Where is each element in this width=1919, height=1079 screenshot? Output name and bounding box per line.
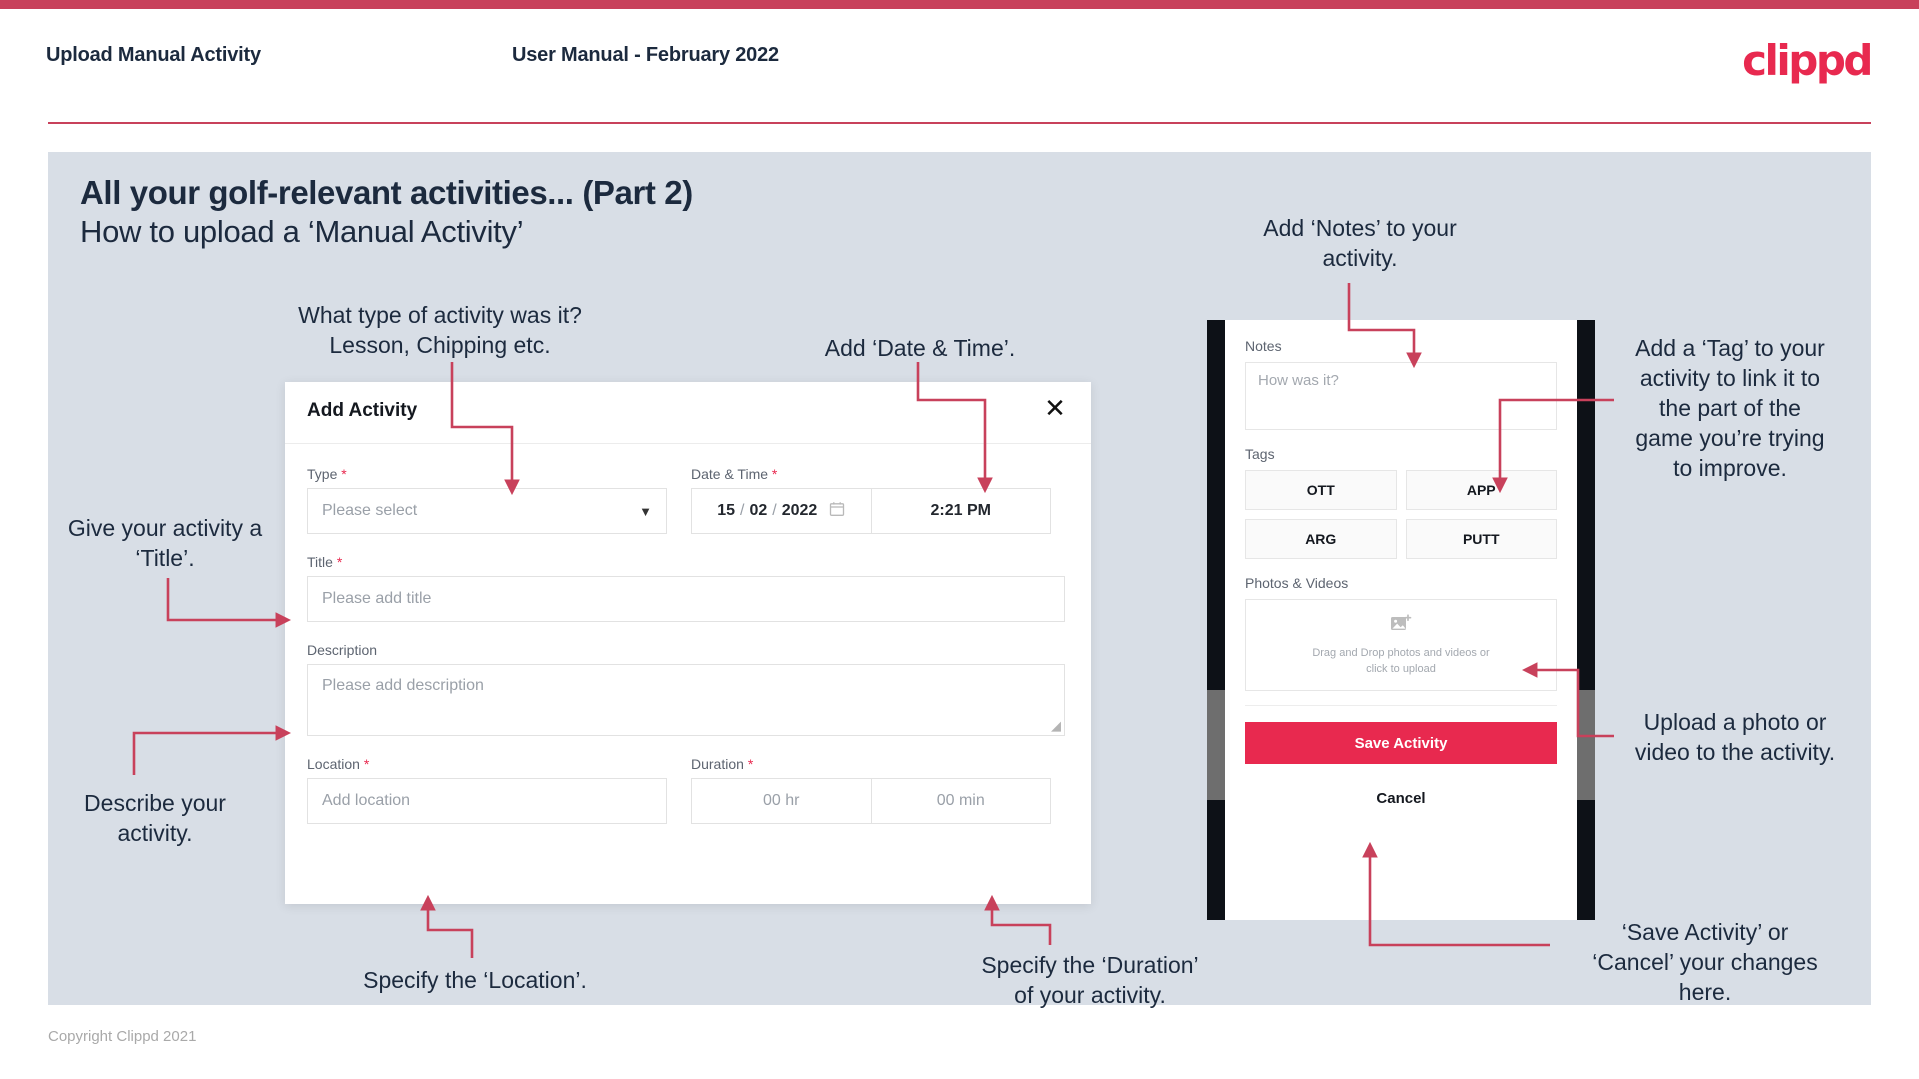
tag-app[interactable]: APP bbox=[1405, 470, 1557, 510]
phone-photos-label: Photos & Videos bbox=[1245, 575, 1349, 591]
phone-bezel-accent-left bbox=[1207, 690, 1225, 800]
dialog-title: Add Activity bbox=[307, 400, 418, 421]
phone-screen: Notes How was it? Tags OTT APP ARG PUTT … bbox=[1225, 320, 1577, 920]
date-sep-2: / bbox=[772, 502, 777, 519]
duration-hours-input[interactable]: 00 hr bbox=[692, 779, 872, 823]
photo-upload-hint-line2: click to upload bbox=[1366, 662, 1436, 675]
phone-bezel-left bbox=[1207, 320, 1225, 920]
tag-arg[interactable]: ARG bbox=[1245, 519, 1397, 559]
phone-notes-label: Notes bbox=[1245, 338, 1282, 354]
slide-root: Upload Manual Activity User Manual - Feb… bbox=[0, 0, 1919, 1079]
field-location: Location * Add location bbox=[307, 756, 667, 824]
description-placeholder: Please add description bbox=[322, 677, 484, 694]
location-placeholder: Add location bbox=[322, 792, 411, 809]
phone-mockup: Notes How was it? Tags OTT APP ARG PUTT … bbox=[1207, 320, 1595, 920]
annotation-title: Give your activity a ‘Title’. bbox=[67, 515, 263, 571]
close-icon[interactable]: ✕ bbox=[1041, 394, 1069, 422]
dialog-body: Type * Please select ▼ Date & Time * 15 … bbox=[285, 444, 1091, 824]
clippd-logo: clippd bbox=[1742, 36, 1873, 85]
field-description: Description Please add description ◢ bbox=[307, 642, 1069, 736]
datetime-group: 15 / 02 / 2022 2:21 PM bbox=[691, 488, 1051, 534]
annotation-duration: Specify the ‘Duration’ of your activity. bbox=[981, 952, 1199, 1008]
phone-notes-placeholder: How was it? bbox=[1258, 372, 1339, 389]
cancel-button[interactable]: Cancel bbox=[1245, 790, 1557, 807]
duration-group: 00 hr 00 min bbox=[691, 778, 1051, 824]
date-day: 15 bbox=[717, 502, 735, 519]
annotation-photos: Upload a photo or video to the activity. bbox=[1634, 709, 1836, 765]
duration-minutes-input[interactable]: 00 min bbox=[872, 779, 1051, 823]
annotation-description: Describe your activity. bbox=[84, 790, 226, 846]
date-sep-1: / bbox=[740, 502, 745, 519]
tag-ott[interactable]: OTT bbox=[1245, 470, 1397, 510]
slide-heading: All your golf-relevant activities... (Pa… bbox=[80, 174, 693, 211]
save-activity-button[interactable]: Save Activity bbox=[1245, 722, 1557, 764]
time-input[interactable]: 2:21 PM bbox=[872, 489, 1051, 533]
field-title: Title * Please add title bbox=[307, 554, 1069, 622]
location-input[interactable]: Add location bbox=[307, 778, 667, 824]
annotation-datetime: Add ‘Date & Time’. bbox=[824, 335, 1016, 361]
type-label: Type * bbox=[307, 466, 347, 482]
dialog-header: Add Activity ✕ bbox=[285, 382, 1091, 444]
location-label: Location * bbox=[307, 756, 370, 772]
annotation-notes: Add ‘Notes’ to your activity. bbox=[1263, 215, 1457, 271]
field-duration: Duration * 00 hr 00 min bbox=[691, 756, 1051, 824]
type-select-value: Please select bbox=[322, 502, 418, 519]
field-type: Type * Please select ▼ bbox=[307, 466, 667, 534]
phone-tags-grid: OTT APP ARG PUTT bbox=[1245, 470, 1557, 559]
annotation-location: Specify the ‘Location’. bbox=[363, 967, 587, 993]
row-location-duration: Location * Add location Duration * 00 hr… bbox=[307, 756, 1069, 824]
title-input[interactable]: Please add title bbox=[307, 576, 1065, 622]
required-marker: * bbox=[363, 756, 370, 772]
footer-copyright: Copyright Clippd 2021 bbox=[48, 1028, 197, 1045]
duration-label: Duration * bbox=[691, 756, 754, 772]
photo-upload-dropzone[interactable]: Drag and Drop photos and videos or click… bbox=[1245, 599, 1557, 691]
top-accent-stripe bbox=[0, 0, 1919, 9]
date-month: 02 bbox=[749, 502, 768, 519]
phone-bezel-accent-right bbox=[1577, 690, 1595, 800]
required-marker: * bbox=[336, 554, 343, 570]
description-textarea[interactable]: Please add description ◢ bbox=[307, 664, 1065, 736]
chevron-down-icon: ▼ bbox=[639, 503, 652, 519]
row-type-datetime: Type * Please select ▼ Date & Time * 15 … bbox=[307, 466, 1069, 534]
annotation-type: What type of activity was it? Lesson, Chi… bbox=[298, 302, 582, 358]
add-image-icon bbox=[1390, 613, 1412, 639]
date-year: 2022 bbox=[781, 502, 818, 519]
add-activity-dialog: Add Activity ✕ Type * Please select ▼ Da… bbox=[285, 382, 1091, 904]
date-input[interactable]: 15 / 02 / 2022 bbox=[692, 489, 872, 533]
phone-divider bbox=[1245, 705, 1557, 706]
required-marker: * bbox=[771, 466, 778, 482]
title-label: Title * bbox=[307, 554, 343, 570]
phone-tags-label: Tags bbox=[1245, 446, 1275, 462]
datetime-label: Date & Time * bbox=[691, 466, 778, 482]
photo-upload-hint: Drag and Drop photos and videos or click… bbox=[1312, 645, 1489, 677]
annotation-save: ‘Save Activity’ or ‘Cancel’ your changes h… bbox=[1592, 919, 1818, 1005]
tag-putt[interactable]: PUTT bbox=[1405, 519, 1557, 559]
slide-subheading: How to upload a ‘Manual Activity’ bbox=[80, 214, 524, 249]
phone-notes-input[interactable]: How was it? bbox=[1245, 362, 1557, 430]
required-marker: * bbox=[747, 756, 754, 772]
phone-bezel-right bbox=[1577, 320, 1595, 920]
photo-upload-hint-line1: Drag and Drop photos and videos or bbox=[1312, 646, 1490, 659]
required-marker: * bbox=[341, 466, 347, 482]
page-subtitle: User Manual - February 2022 bbox=[512, 44, 779, 66]
type-select[interactable]: Please select ▼ bbox=[307, 488, 667, 534]
header-divider bbox=[48, 122, 1871, 124]
field-datetime: Date & Time * 15 / 02 / 2022 2:21 PM bbox=[691, 466, 1051, 534]
resize-grip-icon[interactable]: ◢ bbox=[1051, 718, 1061, 734]
annotation-tags: Add a ‘Tag’ to your activity to link it t… bbox=[1635, 335, 1825, 481]
description-label: Description bbox=[307, 642, 378, 658]
page-title: Upload Manual Activity bbox=[46, 44, 261, 66]
title-placeholder: Please add title bbox=[322, 590, 432, 607]
calendar-icon[interactable] bbox=[829, 501, 845, 522]
